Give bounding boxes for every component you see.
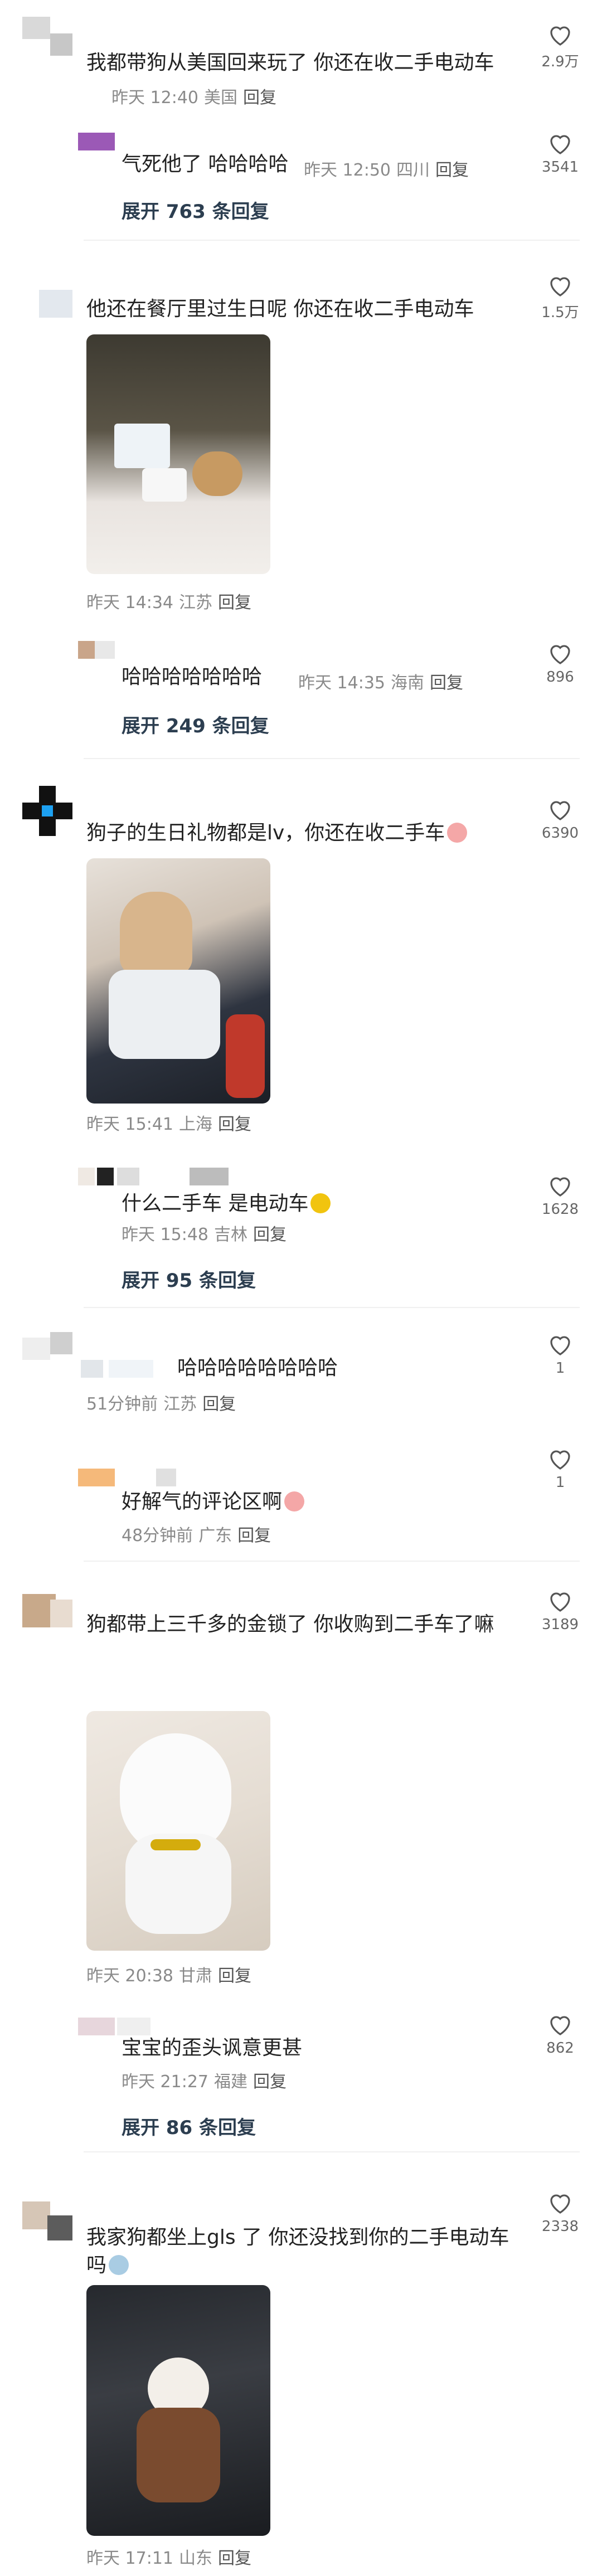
comment-meta: 51分钟前 江苏 回复 [86, 1394, 236, 1414]
comment-thread: 狗子的生日礼物都是lv，你还在收二手车 6390 昨天 15:41 上海 回复 什么… [0, 775, 602, 1321]
reply-avatar[interactable] [81, 1360, 164, 1378]
heart-outline-icon [550, 135, 570, 154]
avatar[interactable] [17, 780, 78, 842]
birthday-cake-photo[interactable] [86, 334, 270, 574]
comment-meta: 昨天 15:41 上海 回复 [86, 1115, 251, 1134]
reply-avatar[interactable] [78, 1168, 245, 1185]
reply-button[interactable]: 回复 [218, 593, 251, 613]
comment-thread: 我家狗都坐上gls 了 你还没找到你的二手电动车吗 2338 昨天 17:11 山… [0, 2179, 602, 2576]
reply-avatar[interactable] [78, 641, 115, 659]
avatar[interactable] [17, 279, 78, 340]
comment-meta: 昨天 20:38 甘肃 回复 [86, 1966, 251, 1986]
comment-text: 我家狗都坐上gls 了 你还没找到你的二手电动车吗 [86, 2226, 509, 2277]
avatar[interactable] [17, 2190, 78, 2252]
reply-button[interactable]: 回复 [237, 1526, 271, 1545]
like-button[interactable]: 1 [541, 1332, 580, 1377]
reply-button[interactable]: 回复 [243, 88, 276, 108]
comment-thread: 我都带狗从美国回来玩了 你还在收二手电动车 昨天 12:40 美国 回复 2.9万 … [0, 0, 602, 245]
expand-replies-button[interactable]: 展开 249 条回复 [122, 711, 269, 738]
reply-button[interactable]: 回复 [202, 1394, 236, 1414]
separator [84, 2151, 580, 2152]
comment-text: 他还在餐厅里过生日呢 你还在收二手电动车 [86, 298, 474, 320]
heart-outline-icon [550, 1592, 570, 1612]
scooter-emoji-icon [310, 1193, 331, 1213]
comment-meta: 昨天 14:34 江苏 回复 [86, 593, 251, 613]
separator [84, 1307, 580, 1308]
heart-outline-icon [550, 801, 570, 820]
reply-meta: 昨天 21:27 福建 回复 [122, 2072, 287, 2092]
avatar[interactable] [17, 1583, 78, 1644]
comment-text: 哈哈哈哈哈哈哈哈 [177, 1357, 338, 1379]
like-button[interactable]: 2.9万 [541, 22, 580, 71]
comment-text: 狗都带上三千多的金锁了 你收购到二手车了嘛 [86, 1613, 494, 1636]
reply-meta: 昨天 15:48 吉林 回复 [122, 1225, 287, 1245]
dog-in-car-photo[interactable] [86, 2285, 270, 2536]
comment-meta: 昨天 12:40 美国 回复 [111, 88, 276, 108]
heart-outline-icon [550, 277, 570, 297]
heart-outline-icon [550, 1177, 570, 1197]
like-button[interactable]: 862 [541, 2012, 580, 2057]
expand-replies-button[interactable]: 展开 95 条回复 [122, 1265, 256, 1292]
like-button[interactable]: 6390 [541, 797, 580, 842]
reply-text: 气死他了 哈哈哈哈 [122, 153, 289, 176]
like-button[interactable]: 2338 [541, 2190, 580, 2235]
like-button[interactable]: 3189 [541, 1588, 580, 1633]
reply-meta: 昨天 14:35 海南 回复 [298, 673, 463, 693]
separator [84, 1561, 580, 1562]
like-button[interactable]: 3541 [541, 131, 580, 176]
reply-button[interactable]: 回复 [253, 1225, 287, 1245]
separator [84, 240, 580, 241]
reply-text: 宝宝的歪头讽意更甚 [122, 2037, 303, 2059]
reply-text: 哈哈哈哈哈哈哈 [122, 665, 263, 688]
comment-thread: 哈哈哈哈哈哈哈哈 51分钟前 江苏 回复 1 好解气的评论区啊 48分钟前 广东 回复 … [0, 1321, 602, 1566]
dog-in-bag-photo[interactable] [86, 858, 270, 1104]
like-button[interactable]: 1628 [541, 1173, 580, 1218]
reply-button[interactable]: 回复 [218, 2549, 251, 2568]
reply-meta: 48分钟前 广东 回复 [122, 1526, 271, 1545]
separator [84, 758, 580, 759]
reply-button[interactable]: 回复 [435, 161, 469, 180]
reply-button[interactable]: 回复 [218, 1115, 251, 1134]
expand-replies-button[interactable]: 展开 86 条回复 [122, 2112, 256, 2140]
white-dog-photo[interactable] [86, 1711, 270, 1951]
emoji-icon [284, 1491, 305, 1511]
avatar[interactable] [17, 1326, 78, 1388]
reply-avatar[interactable] [78, 2018, 156, 2035]
heart-outline-icon [550, 2016, 570, 2035]
reply-button[interactable]: 回复 [218, 1966, 251, 1986]
comment-text: 狗子的生日礼物都是lv，你还在收二手车 [86, 819, 510, 847]
comment-thread: 狗都带上三千多的金锁了 你收购到二手车了嘛 3189 昨天 20:38 甘肃 回复 … [0, 1577, 602, 2179]
heart-outline-icon [550, 1450, 570, 1470]
like-button[interactable]: 896 [541, 641, 580, 686]
reply-button[interactable]: 回复 [253, 2072, 287, 2092]
reply-button[interactable]: 回复 [430, 673, 463, 693]
comment-meta: 昨天 17:11 山东 回复 [86, 2549, 251, 2568]
heart-outline-icon [550, 26, 570, 46]
comment-thread: 他还在餐厅里过生日呢 你还在收二手电动车 1.5万 昨天 14:34 江苏 回复 哈… [0, 256, 602, 759]
like-button[interactable]: 1 [541, 1446, 580, 1491]
like-button[interactable]: 1.5万 [541, 273, 580, 322]
avatar[interactable] [17, 11, 78, 72]
comment-text: 我都带狗从美国回来玩了 你还在收二手电动车 [86, 51, 494, 74]
reply-avatar[interactable] [78, 133, 115, 150]
reply-avatar[interactable] [78, 1469, 190, 1486]
heart-outline-icon [550, 1336, 570, 1355]
reply-text: 好解气的评论区啊 [122, 1488, 305, 1516]
reply-text: 什么二手车 是电动车 [122, 1190, 331, 1218]
heart-outline-icon [550, 645, 570, 664]
reply-meta: 昨天 12:50 四川 回复 [304, 161, 469, 180]
expand-replies-button[interactable]: 展开 763 条回复 [122, 196, 269, 223]
emoji-icon [109, 2255, 129, 2275]
heart-outline-icon [550, 2194, 570, 2214]
emoji-icon [447, 823, 468, 843]
